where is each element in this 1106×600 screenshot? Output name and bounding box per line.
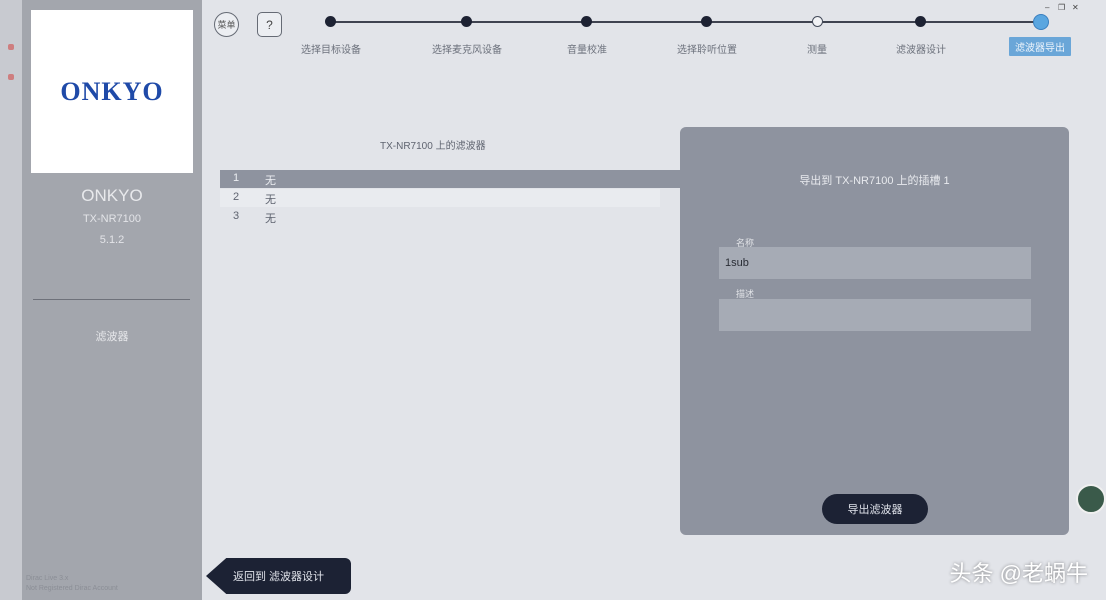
brand-logo: ONKYO <box>31 10 193 173</box>
filter-slot-row[interactable]: 3 无 <box>220 208 680 226</box>
slot-number: 2 <box>233 191 240 203</box>
filter-slot-row[interactable]: 2 无 <box>220 189 660 207</box>
step-node <box>812 16 823 27</box>
sidebar-divider <box>33 299 190 300</box>
export-filter-button[interactable]: 导出滤波器 <box>822 494 928 524</box>
slot-value: 无 <box>265 194 276 206</box>
sidebar: ONKYO ONKYO TX-NR7100 5.1.2 滤波器 Dirac Li… <box>22 0 202 600</box>
step-node-current <box>1033 14 1049 30</box>
logo-text: ONKYO <box>60 76 164 106</box>
device-model: TX-NR7100 <box>82 213 142 225</box>
footer-line: Not Registered Dirac Account <box>26 585 118 592</box>
export-panel-title: 导出到 TX-NR7100 上的插槽 1 <box>799 175 950 187</box>
desktop-edge <box>0 0 22 600</box>
close-icon[interactable]: ✕ <box>1072 3 1079 12</box>
step-label: 选择聆听位置 <box>677 45 737 56</box>
slot-value: 无 <box>265 213 276 225</box>
device-name: ONKYO <box>81 186 143 205</box>
footer-line: Dirac Live 3.x <box>26 575 69 582</box>
step-node <box>581 16 592 27</box>
slot-value: 无 <box>265 175 276 187</box>
progress-line <box>330 21 1042 23</box>
step-label: 测量 <box>807 45 827 56</box>
restore-icon[interactable]: ❐ <box>1058 3 1065 12</box>
minimize-icon[interactable]: – <box>1045 3 1049 12</box>
menu-button[interactable]: 菜单 <box>214 12 239 37</box>
slot-number: 1 <box>233 172 240 184</box>
desktop-icon <box>8 44 14 50</box>
step-label: 滤波器导出 <box>1009 37 1071 56</box>
step-node <box>915 16 926 27</box>
slot-number: 3 <box>233 210 240 222</box>
export-panel: 导出到 TX-NR7100 上的插槽 1 名称 1sub 描述 导出滤波器 <box>680 127 1069 535</box>
step-node <box>701 16 712 27</box>
sidebar-section-label: 滤波器 <box>95 331 129 343</box>
sidebar-footer: Dirac Live 3.x Not Registered Dirac Acco… <box>26 574 118 594</box>
name-field[interactable]: 1sub <box>719 247 1031 279</box>
avatar <box>1076 484 1106 514</box>
main-area: 菜单 ? – ❐ ✕ 选择目标设备 选择麦克风设备 音量校准 选择聆听位置 测量… <box>202 0 1106 600</box>
device-version: 5.1.2 <box>99 234 125 246</box>
step-label: 音量校准 <box>567 45 607 56</box>
filter-slot-row[interactable]: 1 无 <box>220 170 682 188</box>
back-to-filter-design-button[interactable]: 返回到 滤波器设计 <box>206 558 351 594</box>
step-node <box>325 16 336 27</box>
desktop-icon <box>8 74 14 80</box>
watermark: 头条 @老蜗牛 <box>949 561 1088 586</box>
filters-title: TX-NR7100 上的滤波器 <box>380 141 486 152</box>
step-label: 选择麦克风设备 <box>432 45 502 56</box>
step-node <box>461 16 472 27</box>
help-button[interactable]: ? <box>257 12 282 37</box>
step-label: 滤波器设计 <box>896 45 946 56</box>
description-field[interactable] <box>719 299 1031 331</box>
step-label: 选择目标设备 <box>301 45 361 56</box>
